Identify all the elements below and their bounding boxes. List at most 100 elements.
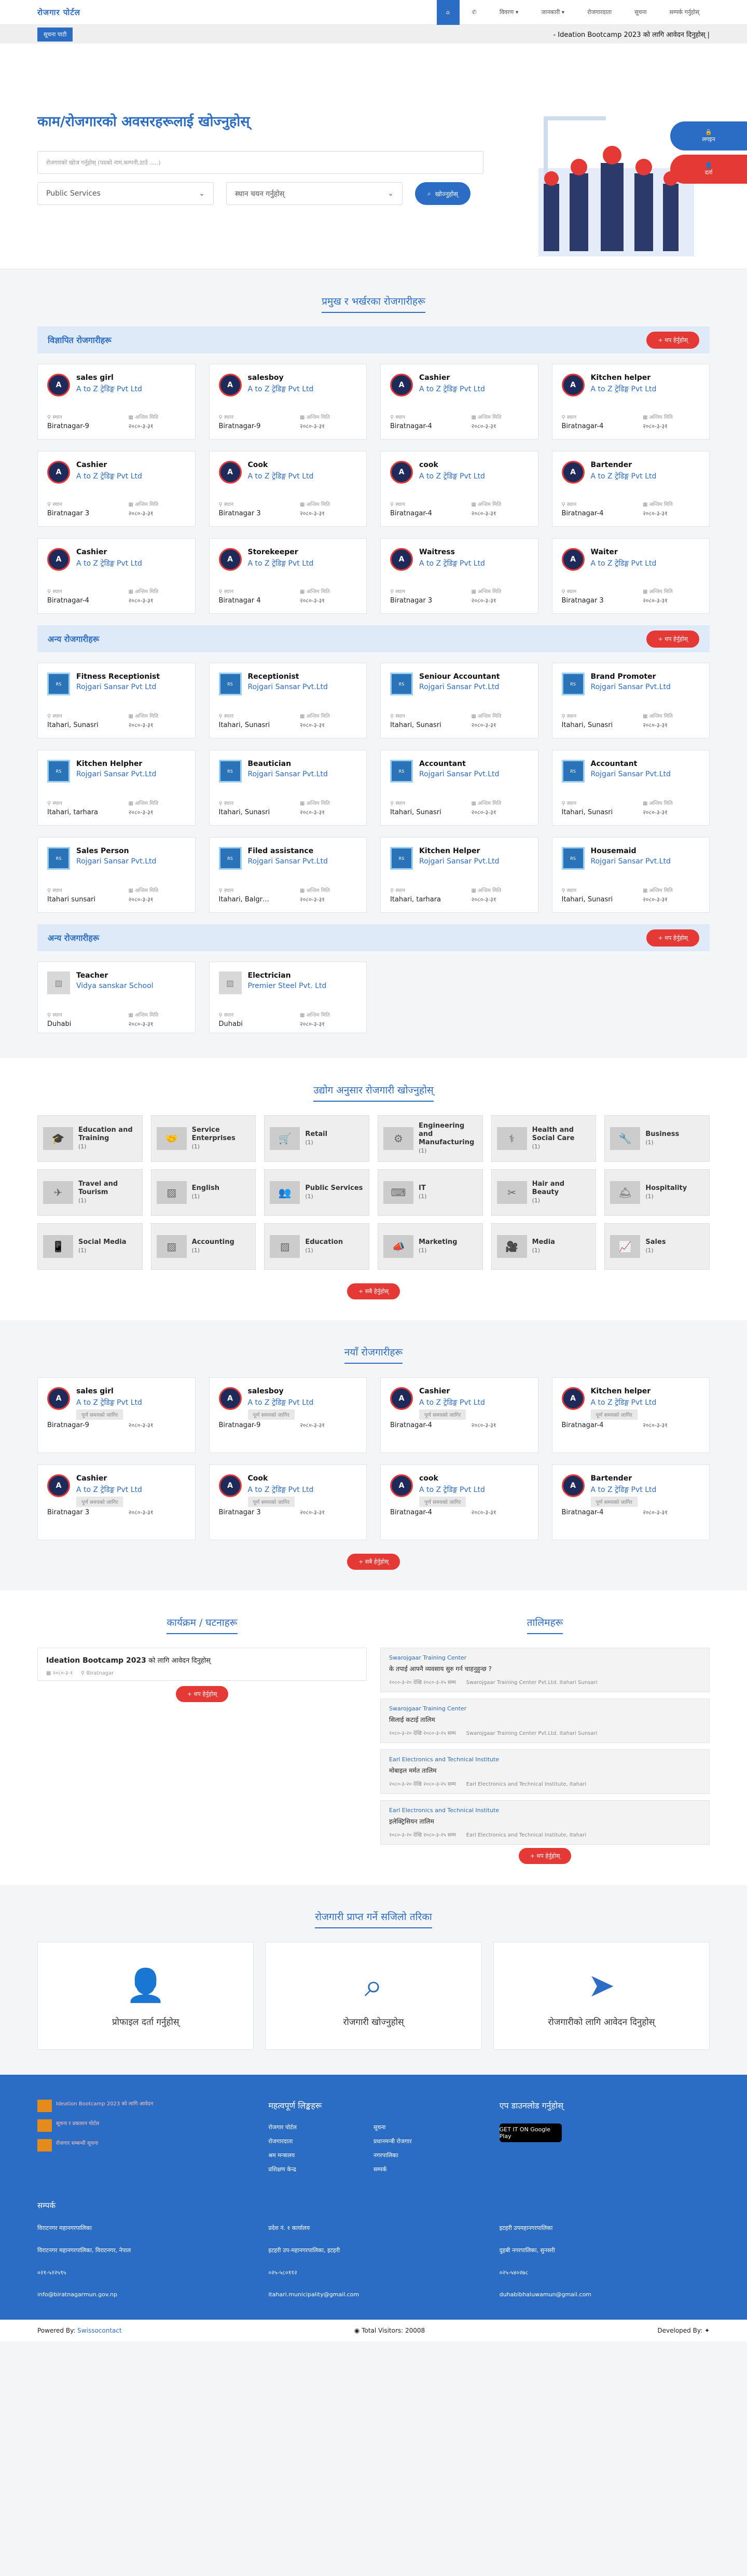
- company-name[interactable]: A to Z ट्रेडिङ्ग Pvt Ltd: [591, 1397, 657, 1407]
- job-title[interactable]: Sales Person: [76, 847, 156, 855]
- company-name[interactable]: Rojgari Sansar Pvt.Ltd: [248, 683, 328, 691]
- job-card[interactable]: ▨ Electrician Premier Steel Pvt. Ltd ⚲ स्था…: [209, 962, 367, 1033]
- job-title[interactable]: Storekeeper: [248, 548, 314, 556]
- search-button[interactable]: ⌕ खोज्नुहोस्: [415, 182, 471, 205]
- job-card[interactable]: RS Kitchen Helper Rojgari Sansar Pvt.Ltd ⚲ …: [380, 837, 538, 913]
- search-input[interactable]: रोजगारको खोज गर्नुहोस् (पदको नाम,कम्पनी,…: [37, 151, 483, 174]
- job-card[interactable]: A Waiter A to Z ट्रेडिङ्ग Pvt Ltd ⚲ स्थान ▦ …: [551, 538, 710, 614]
- job-card[interactable]: Asalesboy A to Z ट्रेडिङ्ग Pvt Ltd पूर्ण स…: [209, 1377, 367, 1453]
- job-title[interactable]: Housemaid: [591, 847, 671, 855]
- company-name[interactable]: Rojgari Sansar Pvt.Ltd: [76, 770, 156, 778]
- company-name[interactable]: Rojgari Sansar Pvt.Ltd: [591, 770, 671, 778]
- nav-item[interactable]: रोजगारदाता: [577, 0, 622, 25]
- job-title[interactable]: sales girl: [76, 374, 142, 382]
- footer-link[interactable]: सम्पर्क: [374, 2166, 479, 2173]
- developer-logo[interactable]: ✦: [704, 2327, 710, 2334]
- job-title[interactable]: Kitchen Helper: [419, 847, 499, 855]
- job-card[interactable]: A Bartender A to Z ट्रेडिङ्ग Pvt Ltd ⚲ स्था…: [551, 451, 710, 527]
- job-card[interactable]: RS Accountant Rojgari Sansar Pvt.Ltd ⚲ स्था…: [551, 750, 710, 826]
- job-card[interactable]: RS Sales Person Rojgari Sansar Pvt.Ltd ⚲ स्…: [37, 837, 196, 913]
- company-name[interactable]: Rojgari Sansar Pvt.Ltd: [419, 857, 499, 866]
- job-title[interactable]: Cashier: [76, 1474, 142, 1483]
- industry-card[interactable]: 🛎 Hospitality (1): [604, 1169, 710, 1216]
- footer-link[interactable]: प्रशिक्षण केन्द्र: [268, 2166, 374, 2173]
- powered-link[interactable]: Swissocontact: [77, 2327, 122, 2334]
- training-org[interactable]: Swarojgaar Training Center: [389, 1654, 701, 1661]
- company-name[interactable]: A to Z ट्रेडिङ्ग Pvt Ltd: [591, 471, 657, 481]
- company-name[interactable]: A to Z ट्रेडिङ्ग Pvt Ltd: [248, 384, 314, 394]
- category-select[interactable]: Public Services ⌄: [37, 182, 214, 205]
- login-button[interactable]: 🔒 लगइन: [670, 121, 747, 150]
- company-name[interactable]: A to Z ट्रेडिङ्ग Pvt Ltd: [76, 558, 142, 568]
- job-title[interactable]: Beautician: [248, 760, 328, 768]
- job-card[interactable]: Acook A to Z ट्रेडिङ्ग Pvt Ltd पूर्ण समयको…: [380, 1464, 538, 1540]
- company-name[interactable]: A to Z ट्रेडिङ्ग Pvt Ltd: [76, 1485, 142, 1495]
- job-card[interactable]: A Cook A to Z ट्रेडिङ्ग Pvt Ltd ⚲ स्थान ▦ अन…: [209, 451, 367, 527]
- job-card[interactable]: RS Accountant Rojgari Sansar Pvt.Ltd ⚲ स्था…: [380, 750, 538, 826]
- nav-item[interactable]: सूचना: [624, 0, 657, 25]
- training-org[interactable]: Earl Electronics and Technical Institute: [389, 1756, 701, 1763]
- company-name[interactable]: A to Z ट्रेडिङ्ग Pvt Ltd: [76, 471, 142, 481]
- job-title[interactable]: Waiter: [591, 548, 657, 556]
- step-search[interactable]: ⌕ रोजगारी खोज्नुहोस्: [265, 1942, 482, 2050]
- job-title[interactable]: Bartender: [591, 1474, 657, 1483]
- job-title[interactable]: Kitchen helper: [591, 1387, 657, 1395]
- site-brand[interactable]: रोजगार पोर्टल: [37, 7, 80, 18]
- company-name[interactable]: Rojgari Sansar Pvt.Ltd: [419, 683, 500, 691]
- job-card[interactable]: Asales girl A to Z ट्रेडिङ्ग Pvt Ltd ⚲ स्थ…: [37, 364, 196, 440]
- footer-link[interactable]: रोजगारदाता: [268, 2137, 374, 2145]
- industry-card[interactable]: 🔧 Business (1): [604, 1115, 710, 1162]
- job-title[interactable]: Accountant: [419, 760, 499, 768]
- company-name[interactable]: A to Z ट्रेडिङ्ग Pvt Ltd: [248, 558, 314, 568]
- job-card[interactable]: RS Beautician Rojgari Sansar Pvt.Ltd ⚲ स्था…: [209, 750, 367, 826]
- job-title[interactable]: Receptionist: [248, 673, 328, 681]
- view-all-jobs-button[interactable]: + सबै हेर्नुहोस्: [347, 1554, 400, 1570]
- company-name[interactable]: A to Z ट्रेडिङ्ग Pvt Ltd: [248, 471, 314, 481]
- training-card[interactable]: Swarojgaar Training Center के तपाई आफ्नै …: [380, 1648, 710, 1692]
- industry-card[interactable]: ▨ Education (1): [264, 1223, 369, 1270]
- job-title[interactable]: Cashier: [76, 461, 142, 469]
- step-register[interactable]: 👤 प्रोफाइल दर्ता गर्नुहोस्: [37, 1942, 254, 2050]
- job-title[interactable]: Fitness Receptionist: [76, 673, 160, 681]
- company-name[interactable]: A to Z ट्रेडिङ्ग Pvt Ltd: [419, 384, 485, 394]
- more-training-button[interactable]: + थप हेर्नुहोस्: [518, 1848, 572, 1864]
- job-card[interactable]: RS Kitchen Helpher Rojgari Sansar Pvt.Ltd ⚲…: [37, 750, 196, 826]
- industry-card[interactable]: 📣 Marketing (1): [378, 1223, 483, 1270]
- job-title[interactable]: sales girl: [76, 1387, 142, 1395]
- training-org[interactable]: Swarojgaar Training Center: [389, 1705, 701, 1712]
- job-title[interactable]: salesboy: [248, 374, 314, 382]
- job-card[interactable]: A Storekeeper A to Z ट्रेडिङ्ग Pvt Ltd ⚲ स्…: [209, 538, 367, 614]
- job-card[interactable]: A Bartender A to Z ट्रेडिङ्ग Pvt Ltd पूर्ण …: [551, 1464, 710, 1540]
- nav-item[interactable]: सम्पर्क गर्नुहोस्: [659, 0, 710, 25]
- training-card[interactable]: Earl Electronics and Technical Institute…: [380, 1800, 710, 1845]
- step-apply[interactable]: ➤ रोजगारीको लागि आवेदन दिनुहोस्: [493, 1942, 710, 2050]
- location-select[interactable]: स्थान चयन गर्नुहोस् ⌄: [226, 182, 403, 205]
- footer-link[interactable]: प्रधानमन्त्री रोजगार: [374, 2137, 479, 2145]
- industry-card[interactable]: ✂ Hair and Beauty (1): [491, 1169, 597, 1216]
- company-name[interactable]: Rojgari Sansar Pvt.Ltd: [76, 857, 156, 866]
- job-title[interactable]: Cook: [248, 1474, 314, 1483]
- company-name[interactable]: A to Z ट्रेडिङ्ग Pvt Ltd: [591, 1485, 657, 1495]
- job-title[interactable]: salesboy: [248, 1387, 314, 1395]
- footer-link[interactable]: सूचना: [374, 2123, 479, 2131]
- industry-card[interactable]: ⌨ IT (1): [378, 1169, 483, 1216]
- google-play-badge[interactable]: GET IT ON Google Play: [499, 2123, 562, 2142]
- company-name[interactable]: A to Z ट्रेडिङ्ग Pvt Ltd: [419, 1397, 485, 1407]
- news-item[interactable]: रोजगार सम्बन्धी सूचना: [37, 2139, 247, 2152]
- company-name[interactable]: Rojgari Sansar Pvt.Ltd: [419, 770, 499, 778]
- industry-card[interactable]: ▨ Accounting (1): [150, 1223, 256, 1270]
- job-title[interactable]: Kitchen Helpher: [76, 760, 156, 768]
- phone-icon[interactable]: ✆: [462, 0, 487, 25]
- footer-link[interactable]: रोजगार पोर्टल: [268, 2123, 374, 2131]
- industry-card[interactable]: 🤝 Service Enterprises (1): [150, 1115, 256, 1162]
- job-card[interactable]: RS Fitness Receptionist Rojgari Sansar Pvt…: [37, 663, 196, 738]
- home-icon[interactable]: ⌂: [436, 0, 460, 25]
- job-card[interactable]: A Waitress A to Z ट्रेडिङ्ग Pvt Ltd ⚲ स्थान…: [380, 538, 538, 614]
- job-card[interactable]: A Cashier A to Z ट्रेडिङ्ग Pvt Ltd पूर्ण सम…: [380, 1377, 538, 1453]
- job-title[interactable]: Cashier: [419, 1387, 485, 1395]
- company-name[interactable]: Rojgari Sansar Pvt Ltd: [76, 683, 160, 691]
- company-name[interactable]: Rojgari Sansar Pvt.Ltd: [248, 857, 328, 866]
- more-events-button[interactable]: + थप हेर्नुहोस्: [175, 1686, 229, 1702]
- job-title[interactable]: Cook: [248, 461, 314, 469]
- company-name[interactable]: Vidya sanskar School: [76, 982, 154, 990]
